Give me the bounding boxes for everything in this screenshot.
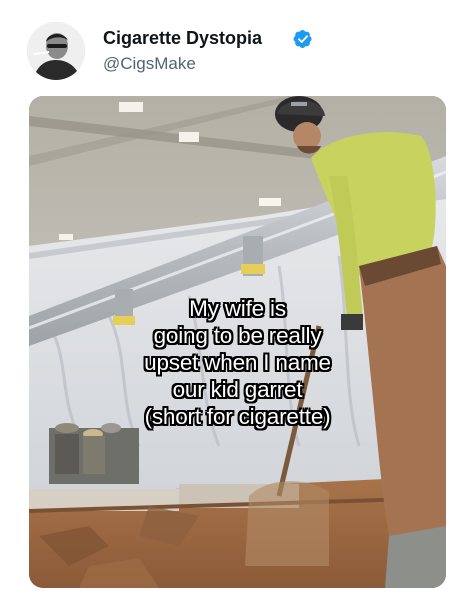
caption-line: My wife is [189,296,286,321]
verified-badge-icon [293,29,313,49]
tweet-header: Cigarette Dystopia @CigsMake [0,0,474,90]
caption-line: our kid garret [172,377,303,402]
caption-line: upset when I name [144,350,331,375]
tweet-media[interactable]: My wife is going to be really upset when… [29,96,446,588]
meme-caption: My wife is going to be really upset when… [29,295,446,430]
handle[interactable]: @CigsMake [103,54,196,74]
caption-line: going to be really [153,323,322,348]
avatar[interactable] [27,22,85,80]
caption-line: (short for cigarette) [144,404,331,429]
avatar-photo [27,22,85,80]
display-name[interactable]: Cigarette Dystopia [103,27,262,49]
